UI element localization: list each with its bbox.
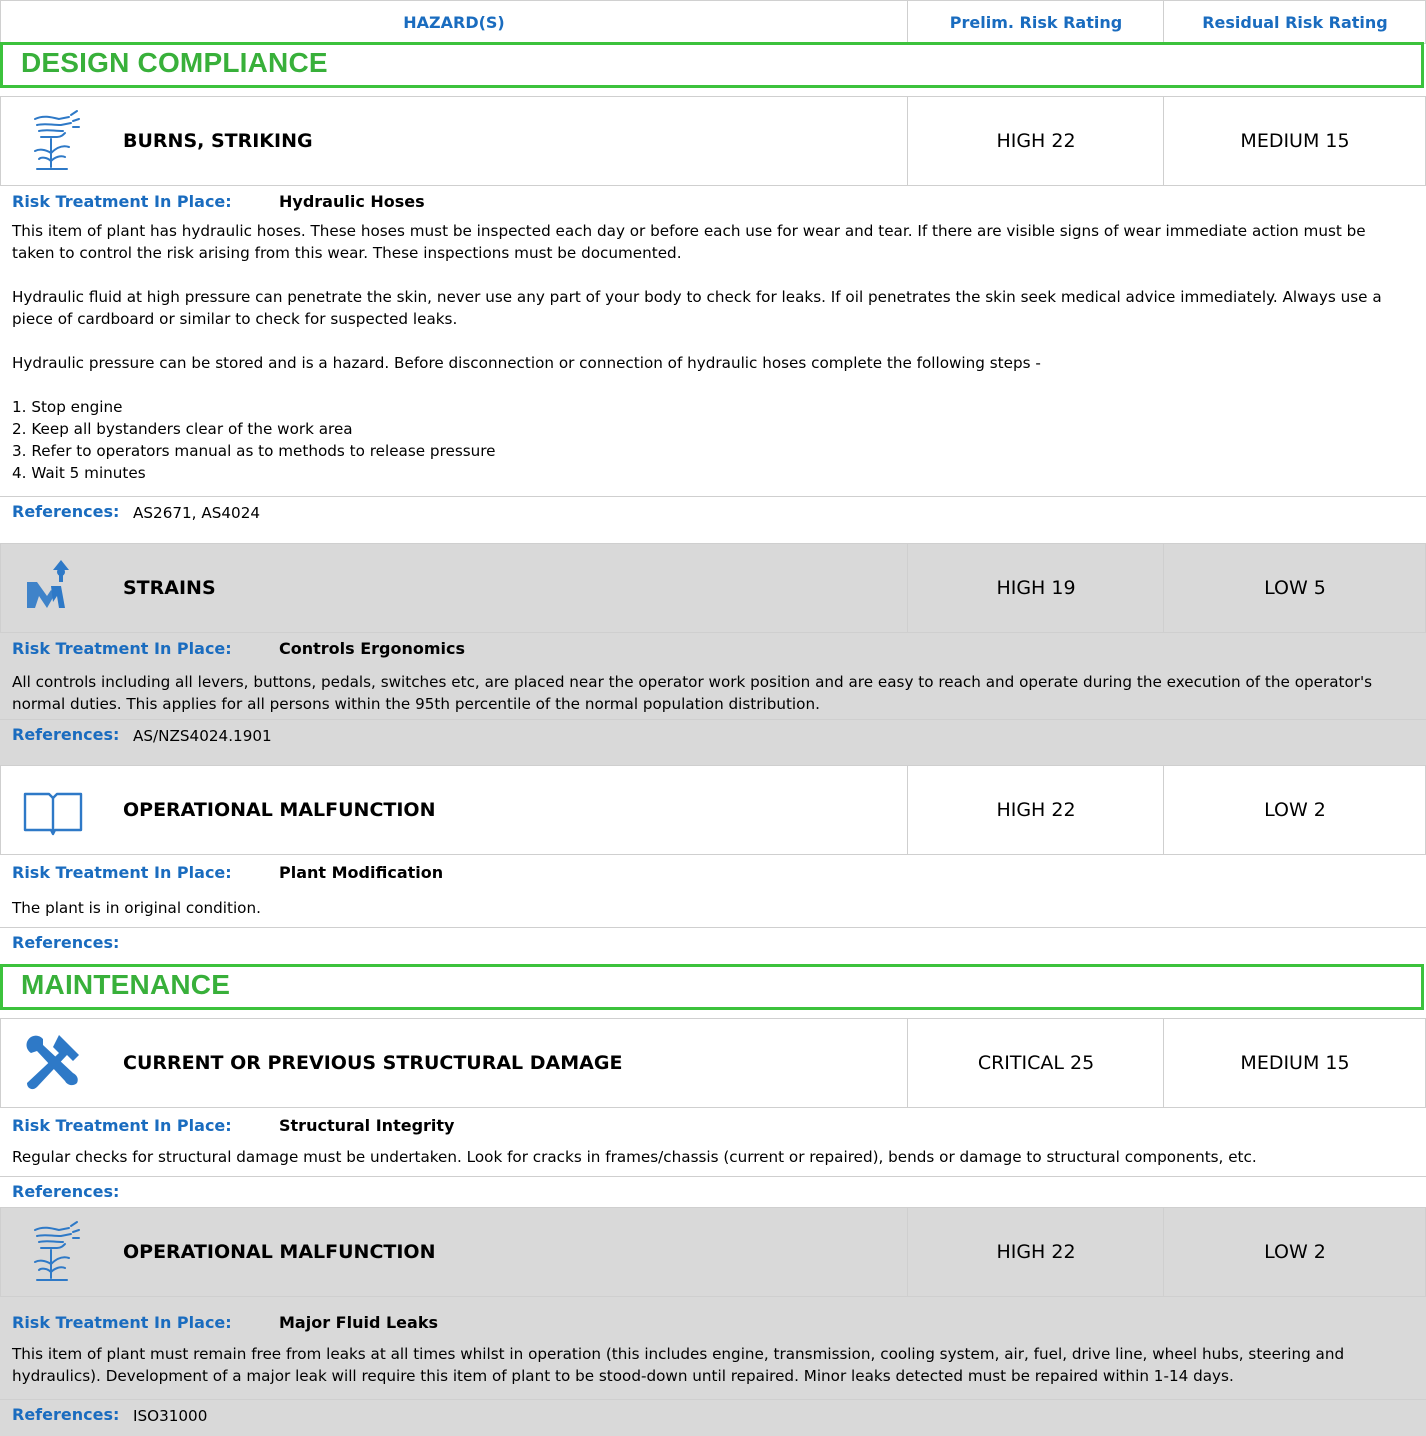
references-value: AS/NZS4024.1901 xyxy=(133,727,272,745)
step-item: 1. Stop engine xyxy=(12,398,123,416)
step-item: 4. Wait 5 minutes xyxy=(12,464,146,482)
risk-treatment-label: Risk Treatment In Place: xyxy=(12,639,232,658)
risk-treatment-label: Risk Treatment In Place: xyxy=(12,1116,232,1135)
hazard-row: OPERATIONAL MALFUNCTION HIGH 22 LOW 2 xyxy=(0,1207,1426,1297)
references-label: References: xyxy=(12,933,120,952)
prelim-risk-rating: HIGH 22 xyxy=(907,1208,1164,1296)
hazards-column-header: HAZARD(S) xyxy=(403,13,505,32)
hazard-block: OPERATIONAL MALFUNCTION HIGH 22 LOW 2 Ri… xyxy=(0,1207,1426,1436)
hazard-description: All controls including all levers, butto… xyxy=(12,671,1412,715)
description-paragraph: This item of plant must remain free from… xyxy=(12,1345,1345,1385)
hazard-row: STRAINS HIGH 19 LOW 5 xyxy=(0,543,1426,633)
hand-spray-icon xyxy=(34,1221,80,1281)
hazard-row: OPERATIONAL MALFUNCTION HIGH 22 LOW 2 xyxy=(0,765,1426,855)
references-row: References: xyxy=(0,1176,1426,1207)
risk-treatment-label: Risk Treatment In Place: xyxy=(12,863,232,882)
description-paragraph: Regular checks for structural damage mus… xyxy=(12,1148,1257,1166)
risk-treatment-label: Risk Treatment In Place: xyxy=(12,192,232,211)
risk-treatment-value: Plant Modification xyxy=(279,863,444,882)
residual-risk-column-header: Residual Risk Rating xyxy=(1163,1,1426,43)
references-row: References: ISO31000 xyxy=(0,1399,1426,1430)
wrench-hammer-icon xyxy=(26,1035,79,1090)
hazard-description: Regular checks for structural damage mus… xyxy=(12,1146,1412,1168)
prelim-risk-rating: HIGH 22 xyxy=(907,766,1164,854)
risk-treatment: Risk Treatment In Place: Plant Modificat… xyxy=(12,863,443,882)
residual-risk-rating: LOW 2 xyxy=(1163,766,1426,854)
hazard-name: CURRENT OR PREVIOUS STRUCTURAL DAMAGE xyxy=(123,1052,623,1074)
hazard-description: The plant is in original condition. xyxy=(12,897,1412,919)
open-book-icon xyxy=(23,792,83,836)
risk-treatment: Risk Treatment In Place: Controls Ergono… xyxy=(12,639,465,658)
hazard-name: STRAINS xyxy=(123,577,216,599)
references-row: References: xyxy=(0,927,1426,958)
description-paragraph: Hydraulic pressure can be stored and is … xyxy=(12,354,1041,372)
prelim-risk-rating: HIGH 22 xyxy=(907,97,1164,185)
risk-treatment: Risk Treatment In Place: Hydraulic Hoses xyxy=(12,192,425,211)
residual-risk-rating: LOW 5 xyxy=(1163,544,1426,632)
references-row: References: AS2671, AS4024 xyxy=(0,496,1426,527)
description-paragraph: All controls including all levers, butto… xyxy=(12,673,1373,713)
hazard-description: This item of plant has hydraulic hoses. … xyxy=(12,220,1412,484)
residual-risk-rating: LOW 2 xyxy=(1163,1208,1426,1296)
references-value: ISO31000 xyxy=(133,1407,208,1425)
risk-treatment-value: Major Fluid Leaks xyxy=(279,1313,438,1332)
table-header: HAZARD(S) Prelim. Risk Rating Residual R… xyxy=(0,0,1426,44)
hand-spray-icon xyxy=(34,110,80,170)
hazard-block: STRAINS HIGH 19 LOW 5 Risk Treatment In … xyxy=(0,543,1426,765)
risk-treatment-value: Controls Ergonomics xyxy=(279,639,466,658)
risk-treatment: Risk Treatment In Place: Major Fluid Lea… xyxy=(12,1313,438,1332)
references-label: References: xyxy=(12,725,120,744)
hazard-block: BURNS, STRIKING HIGH 22 MEDIUM 15 Risk T… xyxy=(0,96,1426,544)
hazard-row: CURRENT OR PREVIOUS STRUCTURAL DAMAGE CR… xyxy=(0,1018,1426,1108)
description-paragraph: Hydraulic fluid at high pressure can pen… xyxy=(12,288,1382,328)
risk-treatment-value: Structural Integrity xyxy=(279,1116,455,1135)
hazard-block: CURRENT OR PREVIOUS STRUCTURAL DAMAGE CR… xyxy=(0,1018,1426,1208)
references-label: References: xyxy=(12,1405,120,1424)
references-label: References: xyxy=(12,1182,120,1201)
section-title: MAINTENANCE xyxy=(21,969,231,1000)
prelim-risk-rating: HIGH 19 xyxy=(907,544,1164,632)
risk-treatment-value: Hydraulic Hoses xyxy=(279,192,425,211)
references-row: References: AS/NZS4024.1901 xyxy=(0,719,1426,750)
residual-risk-rating: MEDIUM 15 xyxy=(1163,97,1426,185)
hazard-name: OPERATIONAL MALFUNCTION xyxy=(123,1241,436,1263)
section-maintenance: MAINTENANCE xyxy=(0,964,1424,1010)
risk-treatment: Risk Treatment In Place: Structural Inte… xyxy=(12,1116,454,1135)
references-label: References: xyxy=(12,502,120,521)
worker-strain-icon xyxy=(27,560,69,608)
risk-treatment-label: Risk Treatment In Place: xyxy=(12,1313,232,1332)
prelim-risk-column-header: Prelim. Risk Rating xyxy=(907,1,1164,43)
hazard-block: OPERATIONAL MALFUNCTION HIGH 22 LOW 2 Ri… xyxy=(0,765,1426,965)
hazard-description: This item of plant must remain free from… xyxy=(12,1343,1412,1387)
prelim-risk-rating: CRITICAL 25 xyxy=(907,1019,1164,1107)
residual-risk-rating: MEDIUM 15 xyxy=(1163,1019,1426,1107)
step-item: 2. Keep all bystanders clear of the work… xyxy=(12,420,353,438)
description-paragraph: The plant is in original condition. xyxy=(12,899,261,917)
section-title: DESIGN COMPLIANCE xyxy=(21,47,328,78)
references-value: AS2671, AS4024 xyxy=(133,504,261,522)
hazard-name: OPERATIONAL MALFUNCTION xyxy=(123,799,436,821)
hazard-name: BURNS, STRIKING xyxy=(123,130,313,152)
step-item: 3. Refer to operators manual as to metho… xyxy=(12,442,496,460)
section-design-compliance: DESIGN COMPLIANCE xyxy=(0,42,1424,88)
hazard-row: BURNS, STRIKING HIGH 22 MEDIUM 15 xyxy=(0,96,1426,186)
description-paragraph: This item of plant has hydraulic hoses. … xyxy=(12,222,1366,262)
